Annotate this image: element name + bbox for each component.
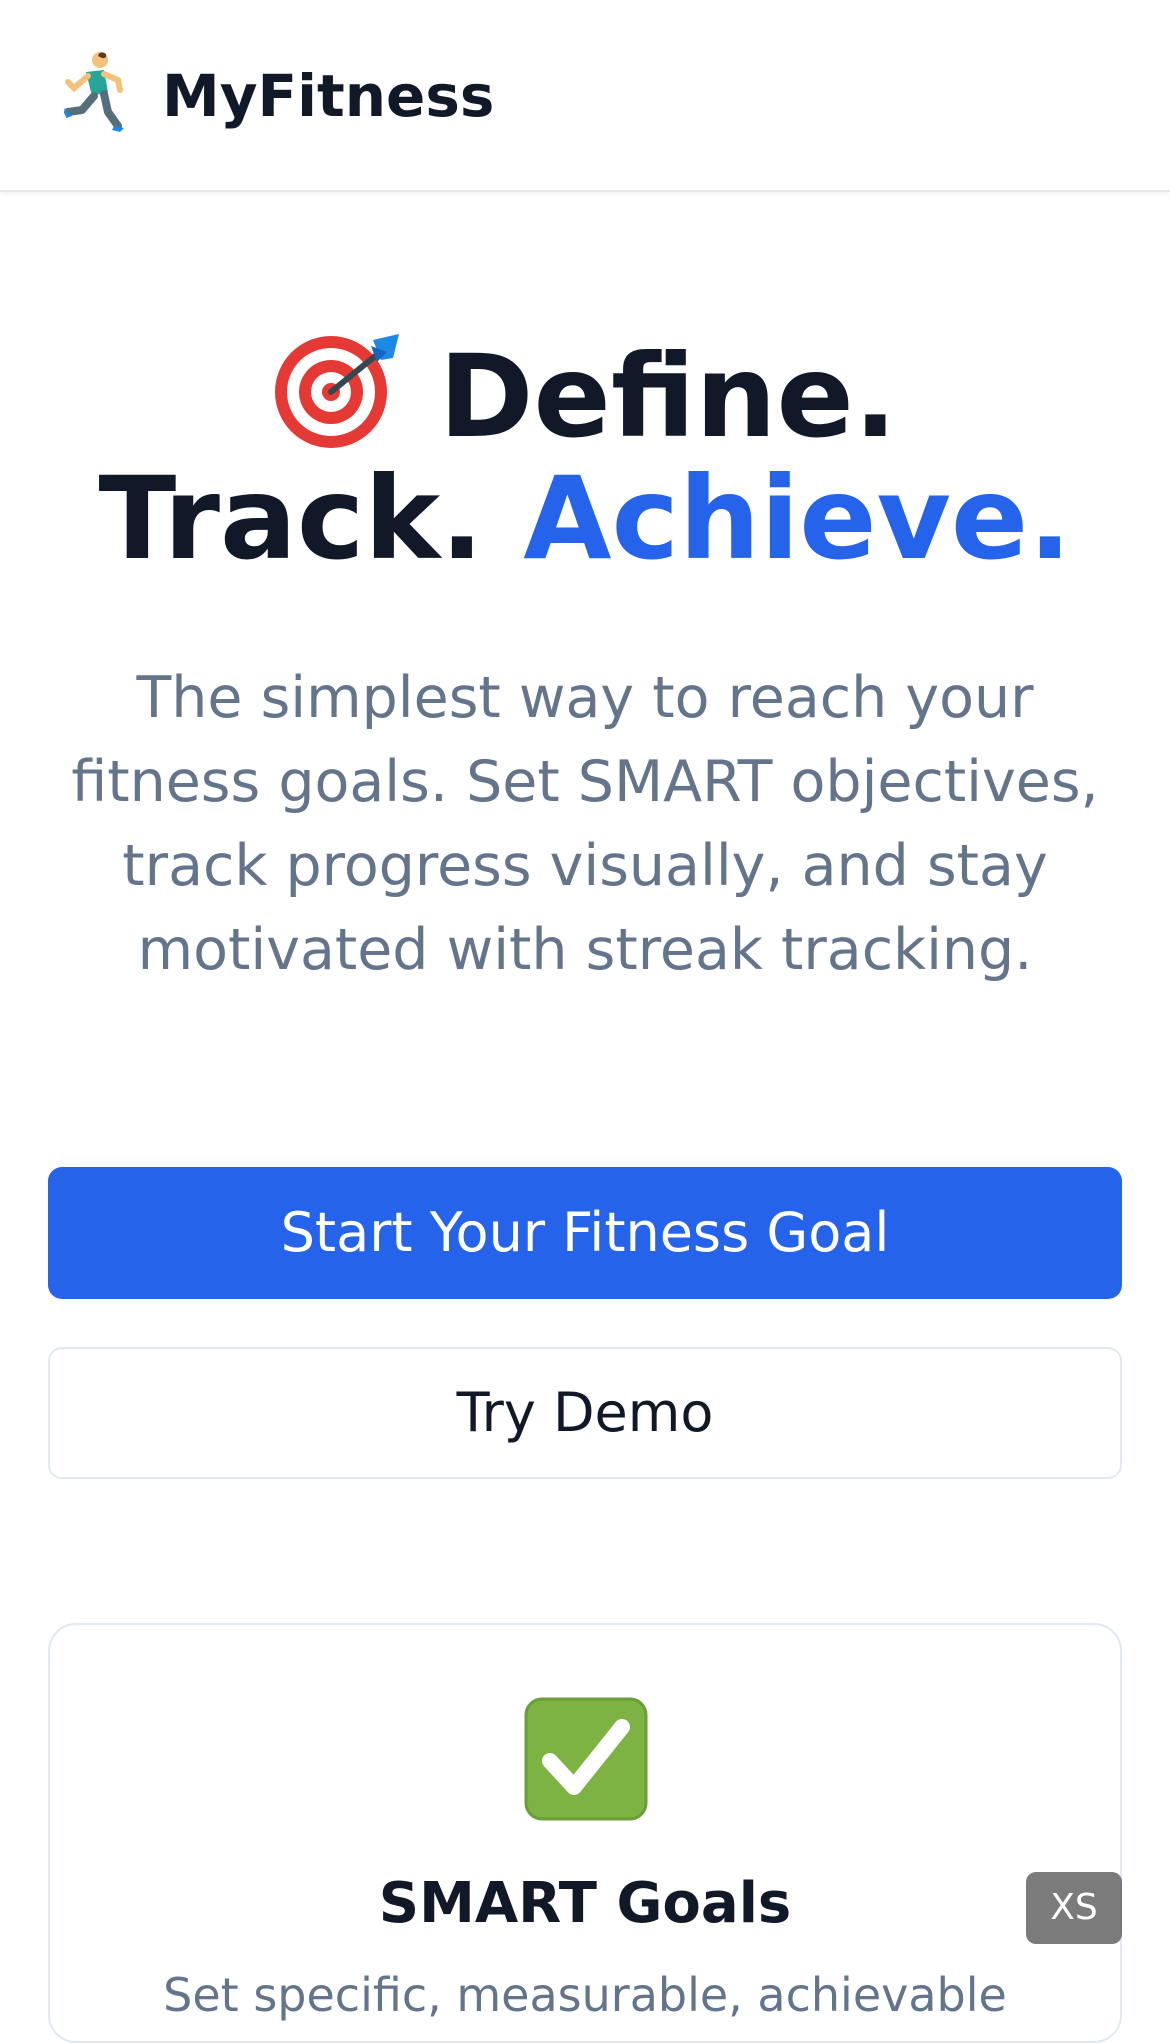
app-title[interactable]: MyFitness <box>162 56 494 136</box>
check-mark-icon <box>524 1697 648 1821</box>
start-goal-button[interactable]: Start Your Fitness Goal <box>48 1167 1122 1299</box>
hero-title-define: Define. <box>438 330 898 463</box>
hero-title: Define. Track. Achieve. <box>48 330 1122 580</box>
feature-description: Set specific, measurable, achievable <box>163 1968 1007 2022</box>
hero-title-achieve: Achieve. <box>523 452 1072 585</box>
person-running-icon <box>62 50 126 134</box>
target-dart-icon <box>273 330 401 450</box>
feature-card-smart-goals: SMART Goals Set specific, measurable, ac… <box>48 1623 1122 2043</box>
hero-title-track: Track. <box>98 452 484 585</box>
app-header: MyFitness <box>0 0 1170 192</box>
try-demo-button[interactable]: Try Demo <box>48 1347 1122 1479</box>
breakpoint-badge: XS <box>1026 1872 1122 1944</box>
feature-title: SMART Goals <box>378 1871 792 1936</box>
hero-subtitle: The simplest way to reach your fitness g… <box>71 665 1099 983</box>
